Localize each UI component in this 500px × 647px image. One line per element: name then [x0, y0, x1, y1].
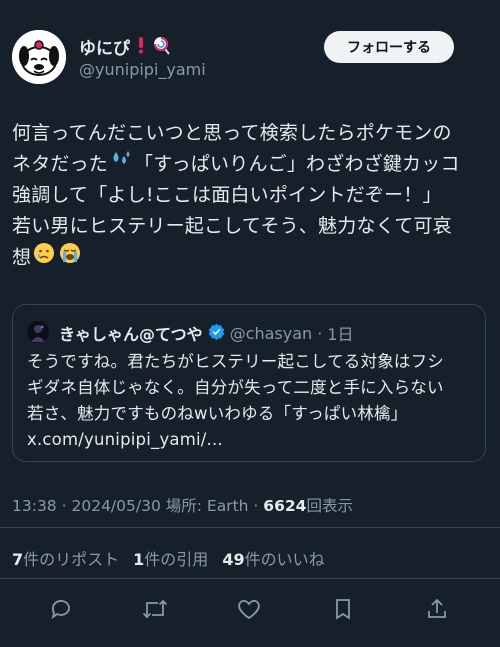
quoted-tweet[interactable]: きゃしゃん@てつや @chasyan · 1日 そうですね。君たちがヒステリー起… — [12, 304, 486, 462]
tweet-line: 若い男にヒステリー起こしてそう、魅力なくて可哀 — [12, 215, 452, 237]
sweat-droplets-icon — [110, 149, 132, 180]
meta-separator: · — [253, 497, 259, 515]
like-count: 49 — [222, 550, 245, 569]
follow-button[interactable]: フォローする — [324, 31, 454, 63]
tweet-line-part: ネタだった — [12, 153, 109, 175]
tweet-location[interactable]: 場所: Earth — [166, 497, 249, 515]
view-count: 6624 — [263, 497, 307, 515]
like-count-link[interactable]: 49件のいいね — [222, 546, 324, 570]
repost-count: 7 — [12, 550, 24, 569]
divider — [0, 527, 500, 528]
quote-count-link[interactable]: 1件の引用 — [133, 546, 208, 570]
tweet-time[interactable]: 13:38 — [12, 497, 57, 515]
tweet-line: 想 — [12, 242, 492, 274]
like-icon — [238, 599, 260, 620]
loudly-crying-face-icon — [59, 242, 81, 274]
bookmark-button[interactable] — [328, 594, 358, 624]
quote-count-label: 件の引用 — [144, 550, 209, 569]
tweet-line: 何言ってんだこいつと思って検索したらポケモンの — [12, 122, 452, 144]
quoted-line: 若さ、魅力ですものねwいわゆる「すっぱい林檎」 — [27, 404, 408, 423]
author-display-name[interactable]: ゆにぴ — [79, 34, 130, 59]
share-icon — [428, 598, 446, 618]
like-button[interactable] — [234, 594, 264, 624]
author-avatar[interactable] — [12, 30, 66, 84]
like-count-label: 件のいいね — [244, 550, 325, 569]
repost-count-link[interactable]: 7件のリポスト — [12, 546, 119, 570]
quoted-author-name[interactable]: きゃしゃん@てつや — [59, 321, 203, 345]
quote-count: 1 — [133, 550, 145, 569]
quoted-text: そうですね。君たちがヒステリー起こしてる対象はフシ ギダネ自体じゃなく。自分が失… — [27, 349, 475, 453]
verified-badge-icon — [208, 323, 225, 344]
author-handle[interactable]: @yunipipi_yami — [79, 60, 206, 79]
quoted-separator: · — [317, 323, 323, 343]
quoted-line: そうですね。君たちがヒステリー起こしてる対象はフシ — [27, 352, 445, 371]
share-button[interactable] — [422, 594, 452, 624]
reply-button[interactable] — [46, 594, 76, 624]
quoted-author-avatar[interactable] — [27, 321, 49, 343]
repost-count-label: 件のリポスト — [23, 550, 120, 569]
tweet-date[interactable]: 2024/05/30 — [71, 497, 160, 515]
view-count-label: 回表示 — [306, 497, 353, 515]
meta-separator: · — [61, 497, 67, 515]
quoted-link[interactable]: x.com/yunipipi_yami/... — [27, 427, 475, 453]
divider — [0, 578, 500, 579]
quoted-header: きゃしゃん@てつや @chasyan · 1日 — [59, 321, 353, 345]
exclamation-icon — [136, 36, 146, 58]
repost-icon — [142, 599, 168, 619]
tweet-meta: 13:38 · 2024/05/30 場所: Earth · 6624回表示 — [12, 494, 353, 516]
tweet-line-part: 想 — [12, 246, 32, 269]
dark-figure-avatar-icon — [27, 321, 49, 343]
quoted-line: ギダネ自体じゃなく。自分が失って二度と手に入らない — [27, 378, 444, 397]
reply-icon — [51, 600, 70, 620]
engagement-stats: 7件のリポスト 1件の引用 49件のいいね — [12, 546, 325, 570]
tweet-line: ネタだった 「すっぱいりんご」わざわざ鍵カッコ — [12, 149, 492, 180]
author-name-row[interactable]: ゆにぴ — [79, 34, 172, 59]
lollipop-icon — [152, 35, 172, 59]
crying-face-icon — [33, 242, 55, 274]
quoted-time[interactable]: 1日 — [327, 321, 353, 345]
tweet-text: 何言ってんだこいつと思って検索したらポケモンの ネタだった 「すっぱいりんご」わざ… — [12, 118, 492, 274]
repost-button[interactable] — [140, 594, 170, 624]
quoted-author-handle[interactable]: @chasyan — [230, 324, 313, 343]
dog-avatar-icon — [12, 30, 66, 84]
tweet-line: 強調して「よし!ここは面白いポイントだぞー！」 — [12, 184, 442, 206]
bookmark-icon — [336, 599, 350, 620]
tweet-line-part: 「すっぱいりんご」わざわざ鍵カッコ — [134, 153, 460, 175]
